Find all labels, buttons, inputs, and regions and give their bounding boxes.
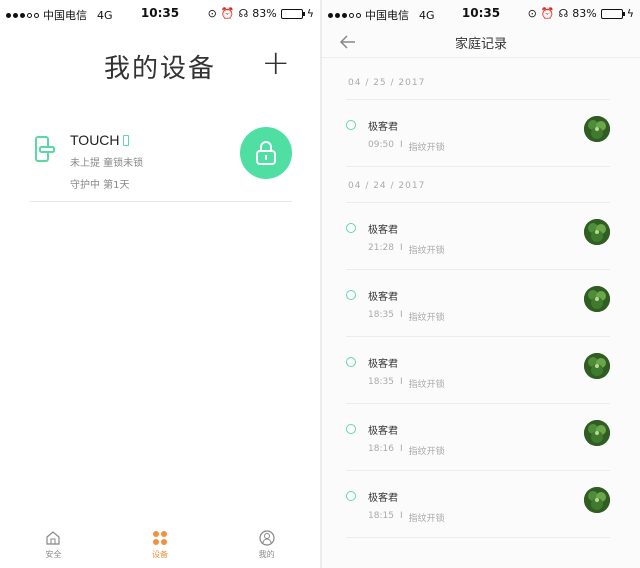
charging-icon: ϟ	[306, 7, 314, 20]
door-lock-icon	[35, 136, 55, 162]
battery-percent: 83%	[252, 7, 277, 20]
status-right: ⊙ ⏰ ☊ 83% ϟ	[208, 7, 314, 20]
record-separator: I	[399, 310, 403, 320]
headphones-icon: ☊	[558, 7, 569, 20]
device-guard-days: 守护中 第1天	[70, 180, 130, 191]
alarm-icon: ⏰	[540, 7, 555, 20]
record-row[interactable]: 极客君 21:28 I 指纹开锁	[322, 203, 640, 270]
timeline-dot-icon	[346, 120, 356, 130]
avatar	[584, 420, 610, 446]
record-time: 21:28	[368, 243, 394, 253]
battery-icon	[280, 8, 305, 19]
record-separator: I	[399, 444, 403, 454]
record-type: 指纹开锁	[408, 143, 445, 153]
record-meta: 21:28 I 指纹开锁	[368, 243, 445, 256]
home-icon	[46, 531, 60, 545]
date-header: 04 / 25 / 2017	[322, 64, 640, 100]
record-separator: I	[399, 140, 403, 150]
date-header: 04 / 24 / 2017	[322, 167, 640, 203]
timeline-dot-icon	[346, 491, 356, 501]
tab-bar: 安全 设备 我的	[0, 522, 320, 568]
nav-bar: 家庭记录	[322, 26, 640, 58]
records-screen: 中国电信 4G 10:35 ⊙ ⏰ ☊ 83% ϟ 家庭记录 04 / 25 /…	[322, 0, 640, 568]
avatar	[584, 487, 610, 513]
nav-title: 家庭记录	[454, 37, 507, 52]
record-meta: 18:35 I 指纹开锁	[368, 310, 445, 323]
record-user: 极客君	[368, 292, 398, 303]
tab-security-label: 安全	[45, 550, 62, 559]
battery-percent: 83%	[572, 7, 597, 20]
record-list: 04 / 25 / 2017 极客君 09:50 I 指纹开锁 04 / 24 / 201…	[322, 64, 640, 538]
record-user: 极客君	[368, 493, 398, 504]
lock-rotation-icon: ⊙	[527, 7, 537, 20]
avatar	[584, 286, 610, 312]
timeline-dot-icon	[346, 290, 356, 300]
record-time: 18:15	[368, 511, 394, 521]
alarm-icon: ⏰	[220, 7, 235, 20]
record-meta: 18:16 I 指纹开锁	[368, 444, 445, 457]
record-type: 指纹开锁	[408, 447, 445, 457]
device-name-label: TOUCH	[70, 132, 120, 148]
profile-icon	[259, 530, 275, 546]
battery-icon	[600, 8, 625, 19]
charging-icon: ϟ	[626, 7, 634, 20]
avatar	[584, 353, 610, 379]
lock-rotation-icon: ⊙	[207, 7, 217, 20]
record-row[interactable]: 极客君 09:50 I 指纹开锁	[322, 100, 640, 167]
tab-profile-label: 我的	[258, 550, 275, 559]
padlock-icon	[256, 141, 276, 165]
record-user: 极客君	[368, 359, 398, 370]
add-device-button[interactable]: +	[262, 46, 291, 80]
record-type: 指纹开锁	[408, 514, 445, 524]
device-screen: 中国电信 4G 10:35 ⊙ ⏰ ☊ 83% ϟ 我的 设备 + TOUCH 未…	[0, 0, 320, 568]
device-name: TOUCH	[70, 132, 129, 148]
tab-profile[interactable]: 我的	[213, 522, 320, 568]
record-type: 指纹开锁	[408, 380, 445, 390]
record-row[interactable]: 极客君 18:35 I 指纹开锁	[322, 337, 640, 404]
record-meta: 09:50 I 指纹开锁	[368, 140, 445, 153]
device-battery-icon	[122, 134, 129, 146]
status-bar: 中国电信 4G 10:35 ⊙ ⏰ ☊ 83% ϟ	[0, 0, 320, 26]
record-separator: I	[399, 377, 403, 387]
record-meta: 18:35 I 指纹开锁	[368, 377, 445, 390]
record-user: 极客君	[368, 122, 398, 133]
unlock-button[interactable]	[240, 127, 292, 179]
record-time: 18:16	[368, 444, 394, 454]
record-user: 极客君	[368, 426, 398, 437]
avatar	[584, 219, 610, 245]
record-row[interactable]: 极客君 18:16 I 指纹开锁	[322, 404, 640, 471]
device-card[interactable]: TOUCH 未上提 童锁未锁 守护中 第1天	[30, 124, 292, 202]
record-type: 指纹开锁	[408, 313, 445, 323]
device-status: 未上提 童锁未锁	[70, 158, 144, 169]
tab-devices-label: 设备	[152, 550, 168, 559]
timeline-dot-icon	[346, 424, 356, 434]
status-right: ⊙ ⏰ ☊ 83% ϟ	[528, 7, 634, 20]
tab-security[interactable]: 安全	[0, 522, 107, 568]
record-meta: 18:15 I 指纹开锁	[368, 511, 445, 524]
record-time: 18:35	[368, 377, 394, 387]
record-row[interactable]: 极客君 18:15 I 指纹开锁	[322, 471, 640, 538]
avatar	[584, 116, 610, 142]
timeline-dot-icon	[346, 357, 356, 367]
tab-devices[interactable]: 设备	[107, 522, 214, 568]
record-separator: I	[399, 243, 403, 253]
record-separator: I	[399, 511, 403, 521]
record-row[interactable]: 极客君 18:35 I 指纹开锁	[322, 270, 640, 337]
record-time: 09:50	[368, 140, 394, 150]
record-time: 18:35	[368, 310, 394, 320]
headphones-icon: ☊	[238, 7, 249, 20]
timeline-dot-icon	[346, 223, 356, 233]
record-type: 指纹开锁	[408, 246, 445, 256]
grid-icon	[153, 531, 167, 545]
record-user: 极客君	[368, 225, 398, 236]
status-bar: 中国电信 4G 10:35 ⊙ ⏰ ☊ 83% ϟ	[322, 0, 640, 26]
